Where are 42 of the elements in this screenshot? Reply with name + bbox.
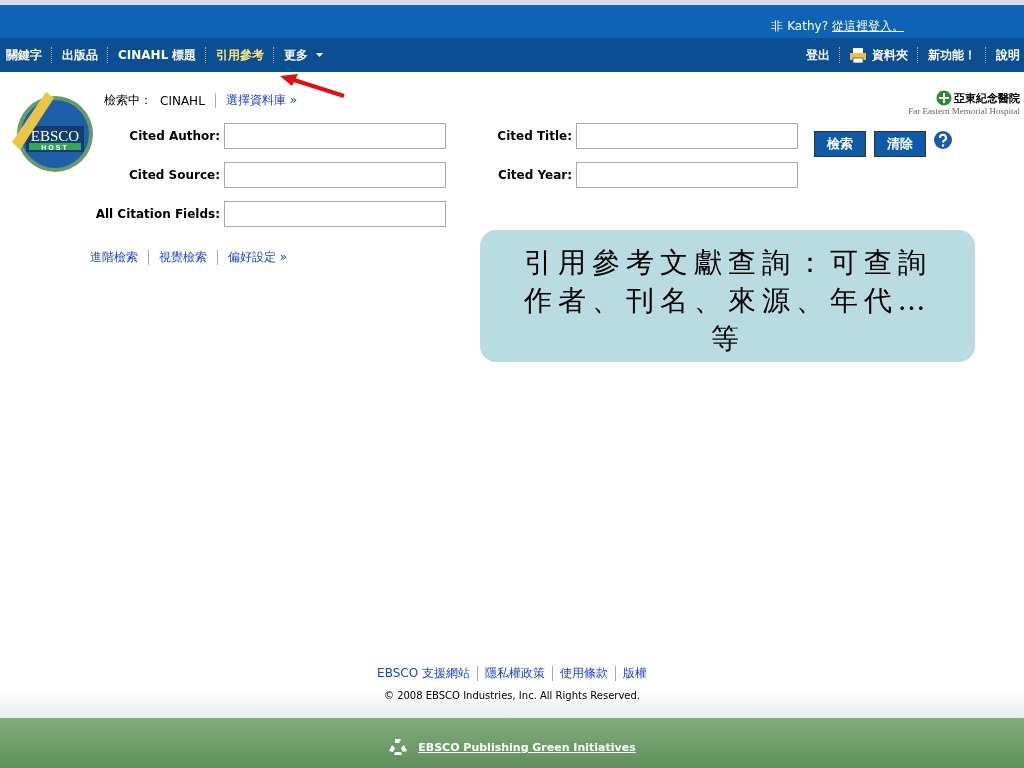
- help-icon[interactable]: [934, 131, 952, 149]
- database-name: CINAHL: [160, 93, 205, 108]
- input-field[interactable]: [224, 123, 446, 149]
- field-label: Cited Year:: [496, 168, 573, 182]
- field-label: Cited Title:: [496, 129, 573, 143]
- printer-icon: [850, 47, 866, 63]
- footer-link[interactable]: EBSCO 支援網站: [377, 665, 470, 682]
- action-button[interactable]: 檢索: [814, 131, 866, 157]
- not-signed-in-text: 非 Kathy?: [771, 18, 828, 35]
- header-link[interactable]: 新功能！: [928, 46, 976, 64]
- recycle-icon: [388, 738, 409, 756]
- action-button[interactable]: 清除: [874, 131, 926, 157]
- input-field[interactable]: [224, 201, 446, 227]
- nav-tab[interactable]: 引用參考: [216, 46, 265, 64]
- footer-link[interactable]: 版權: [622, 665, 647, 682]
- field-label: Cited Author:: [128, 129, 221, 143]
- input-field[interactable]: [224, 162, 446, 188]
- hospital-name: 亞東紀念醫院: [954, 90, 1020, 106]
- choose-database-link[interactable]: 選擇資料庫 »: [225, 92, 297, 109]
- nav-tab[interactable]: CINAHL 標題: [118, 46, 197, 64]
- footer-link[interactable]: 隱私權政策: [484, 665, 545, 682]
- field-label: All Citation Fields:: [94, 207, 221, 221]
- input-field[interactable]: [576, 162, 798, 188]
- nav-tab[interactable]: 關鍵字: [6, 46, 42, 64]
- search-option-link[interactable]: 偏好設定 »: [228, 249, 288, 266]
- input-field[interactable]: [576, 123, 798, 149]
- nav-tab[interactable]: 出版品: [62, 46, 98, 64]
- caret-icon: [316, 53, 324, 57]
- nav-tab[interactable]: 更多: [284, 46, 309, 64]
- field-label: Cited Source:: [128, 168, 221, 182]
- copyright-text: © 2008 EBSCO Industries, Inc. All Rights Reserved.: [383, 690, 641, 701]
- search-option-link[interactable]: 進階檢索: [90, 249, 138, 266]
- footer-link[interactable]: 使用條款: [559, 665, 608, 682]
- searching-label: 檢索中：: [104, 92, 152, 109]
- header-link[interactable]: 說明: [996, 46, 1020, 64]
- header-link[interactable]: 資料夾: [872, 46, 908, 64]
- hospital-english-name: Far Eastern Memorial Hospital: [908, 106, 1020, 116]
- hospital-emblem-icon: [936, 90, 952, 106]
- login-link[interactable]: 從這裡登入。: [832, 18, 904, 35]
- callout-text: 引用參考文獻查詢：可查詢作者、刊名、來源、年代…等: [522, 245, 933, 357]
- header-link[interactable]: 登出: [806, 46, 830, 64]
- search-option-link[interactable]: 視覺檢索: [159, 249, 207, 266]
